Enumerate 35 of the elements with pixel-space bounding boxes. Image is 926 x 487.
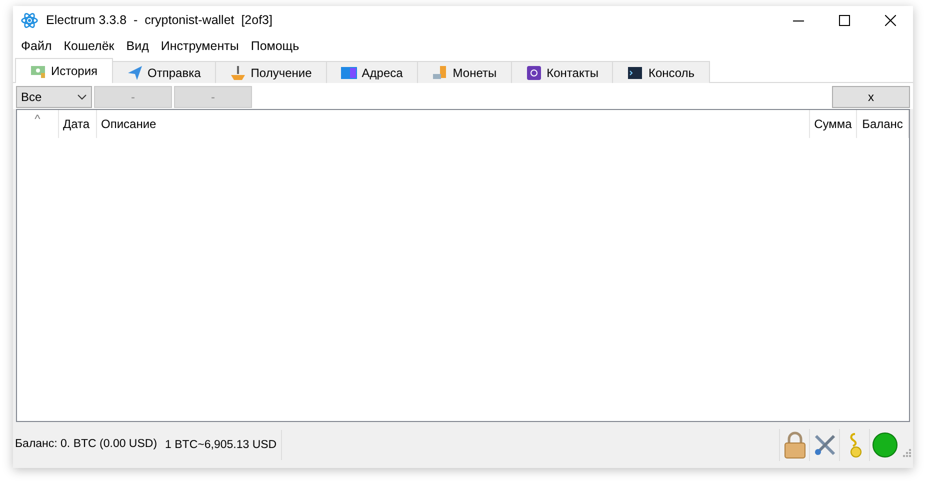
network-status-icon[interactable] [869,429,899,461]
resize-grip-icon [903,449,911,457]
sort-indicator[interactable]: ^ [34,110,40,128]
tab[interactable]: Консоль [612,61,710,83]
menu-item[interactable]: Вид [120,36,155,56]
coins-icon [432,64,448,80]
window-title: Electrum 3.3.8 - cryptonist-wallet [2of3] [46,12,272,29]
atom-icon [21,12,38,28]
close-filter-button[interactable]: x [832,86,910,108]
tab[interactable]: Адреса [326,61,418,83]
at-sign-icon [526,64,542,80]
column-header[interactable]: Описание [97,110,810,138]
column-header[interactable]: Дата [59,110,97,138]
column-header[interactable]: Сумма [810,110,857,138]
tab[interactable]: Отправка [112,61,216,83]
column-header[interactable]: Баланс [857,110,909,138]
chevron-down-icon [77,94,87,100]
money-icon [30,63,46,79]
receive-icon [230,64,246,80]
maximize-icon [838,14,850,26]
terminal-icon [627,64,644,80]
tab[interactable]: История [15,58,113,83]
tab[interactable]: Монеты [416,61,512,83]
filter-dropdown[interactable]: Все [16,86,92,108]
menu-item[interactable]: Инструменты [154,36,245,56]
paper-plane-icon [126,64,143,80]
menu-item[interactable]: Файл [15,36,58,56]
close-icon [884,14,896,26]
menu-item[interactable]: Кошелёк [58,36,120,56]
menu-item[interactable]: Помощь [244,36,306,56]
exchange-rate-text: 1 BTC~6,905.13 USD [165,430,282,460]
tab[interactable]: Контакты [510,61,614,83]
balance-text: Баланс: 0. BTC (0.00 USD) [15,437,158,452]
tab[interactable]: Получение [214,61,327,83]
address-book-icon [340,64,357,80]
